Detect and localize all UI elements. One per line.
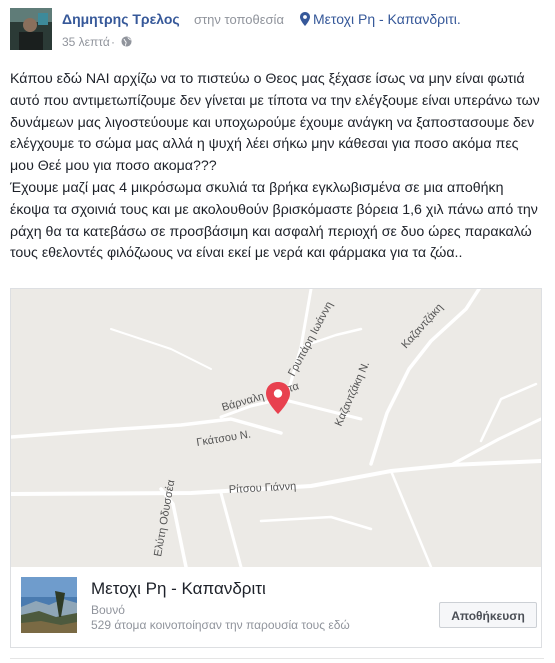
place-category: Βουνό [91, 603, 125, 617]
globe-icon[interactable] [121, 36, 132, 47]
map[interactable]: Γρυπάρη Ιωάννη Καζαντζάκη Καζαντζάκη Ν. … [11, 289, 541, 567]
post-paragraph: Έχουμε μαζί μας 4 μικρόσωμα σκυλιά τα βρ… [10, 179, 538, 262]
place-thumbnail[interactable] [21, 577, 77, 633]
location-pin-icon [300, 12, 310, 26]
place-checkin-count: 529 άτομα κοινοποίησαν την παρουσία τους… [91, 618, 350, 632]
place-info: Μετοχι Ρη - Καπανδριτι Βουνό 529 άτομα κ… [21, 577, 537, 638]
author-avatar[interactable] [10, 8, 52, 50]
post-body: Κάπου εδώ ΝΑΙ αρχίζω να το πιστεύω ο Θεο… [10, 69, 544, 265]
place-title[interactable]: Μετοχι Ρη - Καπανδριτι [91, 579, 266, 599]
post-divider [10, 658, 544, 659]
location-attachment[interactable]: Γρυπάρη Ιωάννη Καζαντζάκη Καζαντζάκη Ν. … [10, 288, 542, 648]
save-button[interactable]: Αποθήκευση [439, 602, 537, 628]
post-timestamp[interactable]: 35 λεπτά [62, 35, 110, 49]
map-canvas: Γρυπάρη Ιωάννη Καζαντζάκη Καζαντζάκη Ν. … [11, 289, 541, 567]
author-name-link[interactable]: Δημητρης Τρελος [62, 11, 180, 27]
separator-dot: · [111, 35, 115, 49]
post-card: Δημητρης Τρελος στην τοποθεσία Μετοχι Ρη… [0, 0, 555, 663]
location-prefix: στην τοποθεσία [194, 12, 284, 27]
location-link[interactable]: Μετοχι Ρη - Καπανδριτι. [313, 11, 461, 27]
post-paragraph: Κάπου εδώ ΝΑΙ αρχίζω να το πιστεύω ο Θεο… [10, 71, 540, 175]
